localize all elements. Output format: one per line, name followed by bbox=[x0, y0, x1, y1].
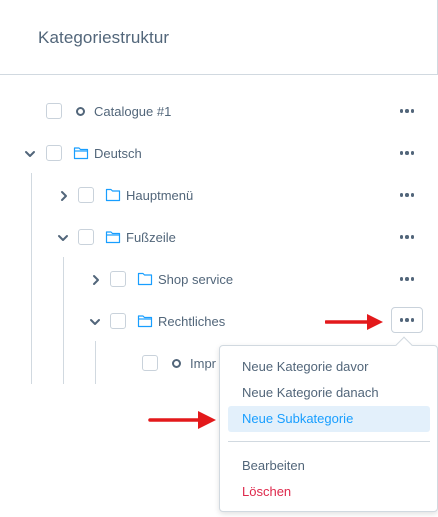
more-options-button[interactable] bbox=[396, 269, 418, 289]
menu-item-edit[interactable]: Bearbeiten bbox=[228, 453, 430, 479]
tree-item-label: Impr bbox=[190, 356, 216, 371]
folder-icon bbox=[105, 188, 121, 202]
tree-item-label: Catalogue #1 bbox=[94, 104, 172, 119]
tree-item-label: Fußzeile bbox=[126, 230, 176, 245]
chevron-down-icon[interactable] bbox=[56, 231, 70, 245]
tree-item-label: Rechtliches bbox=[158, 314, 226, 329]
folder-icon bbox=[137, 315, 153, 328]
tree-item-checkbox[interactable] bbox=[110, 313, 126, 329]
tree-item-checkbox[interactable] bbox=[142, 355, 158, 371]
context-menu: Neue Kategorie davor Neue Kategorie dana… bbox=[219, 336, 438, 512]
folder-icon bbox=[137, 272, 153, 286]
tree-item-label: Shop service bbox=[158, 272, 234, 287]
more-options-button[interactable] bbox=[396, 227, 418, 247]
more-options-button-active[interactable] bbox=[391, 307, 423, 333]
tree-item-hauptmenue[interactable]: Hauptmenü bbox=[0, 181, 438, 211]
circle-dot-icon bbox=[76, 107, 85, 116]
tree-item-checkbox[interactable] bbox=[46, 145, 62, 161]
chevron-right-icon[interactable] bbox=[57, 189, 71, 203]
folder-icon bbox=[73, 147, 89, 160]
menu-divider bbox=[228, 441, 430, 442]
annotation-arrow-icon bbox=[148, 411, 216, 429]
menu-item-delete[interactable]: Löschen bbox=[228, 479, 430, 505]
panel-title: Kategoriestruktur bbox=[38, 28, 170, 47]
folder-icon bbox=[105, 231, 121, 244]
tree-item-fusszeile[interactable]: Fußzeile bbox=[0, 223, 438, 253]
menu-item-new-subcategory[interactable]: Neue Subkategorie bbox=[228, 406, 430, 432]
tree-item-deutsch[interactable]: Deutsch bbox=[0, 139, 438, 169]
chevron-right-icon[interactable] bbox=[89, 273, 103, 287]
menu-item-new-category-after[interactable]: Neue Kategorie danach bbox=[228, 380, 430, 406]
more-options-button[interactable] bbox=[396, 101, 418, 121]
tree-item-checkbox[interactable] bbox=[110, 271, 126, 287]
annotation-arrow-icon bbox=[325, 314, 383, 330]
more-options-button[interactable] bbox=[396, 143, 418, 163]
chevron-down-icon[interactable] bbox=[23, 147, 37, 161]
menu-item-new-category-before[interactable]: Neue Kategorie davor bbox=[228, 354, 430, 380]
tree-item-label: Hauptmenü bbox=[126, 188, 194, 203]
tree-item-catalogue[interactable]: Catalogue #1 bbox=[0, 97, 438, 127]
circle-dot-icon bbox=[172, 359, 181, 368]
context-menu-caret bbox=[395, 336, 413, 354]
chevron-down-icon[interactable] bbox=[88, 315, 102, 329]
tree-item-checkbox[interactable] bbox=[46, 103, 62, 119]
more-options-button[interactable] bbox=[396, 185, 418, 205]
tree-item-checkbox[interactable] bbox=[78, 187, 94, 203]
tree-item-checkbox[interactable] bbox=[78, 229, 94, 245]
category-tree-panel: Kategoriestruktur Catalogue #1 Deutsch H… bbox=[0, 0, 438, 517]
tree-item-shop-service[interactable]: Shop service bbox=[0, 265, 438, 295]
panel-header: Kategoriestruktur bbox=[0, 0, 438, 75]
tree-item-label: Deutsch bbox=[94, 146, 142, 161]
